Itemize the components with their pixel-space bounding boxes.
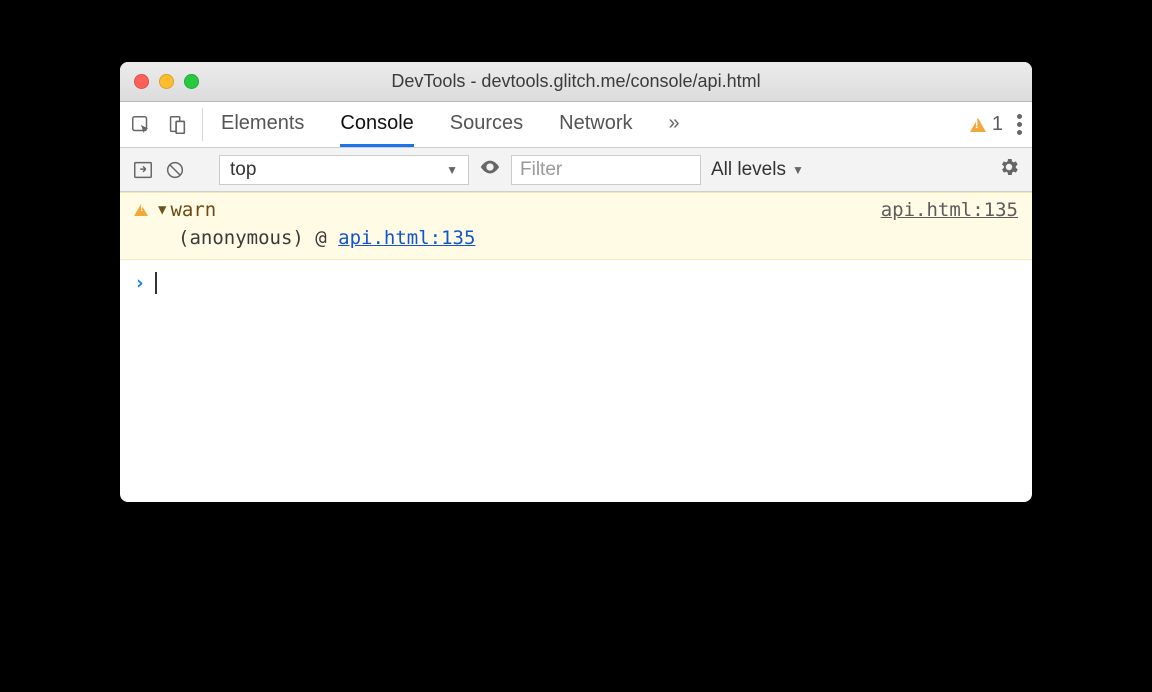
text-cursor [155,272,157,294]
left-tools [130,102,188,147]
warnings-badge[interactable]: 1 [970,113,1003,136]
source-link[interactable]: api.html:135 [881,199,1018,221]
warning-icon [970,118,986,132]
console-prompt[interactable]: › [120,260,1032,306]
window-titlebar: DevTools - devtools.glitch.me/console/ap… [120,62,1032,102]
prompt-chevron-icon: › [134,272,145,294]
minimize-window-button[interactable] [159,74,174,89]
console-settings-icon[interactable] [998,156,1020,184]
disclosure-triangle-icon[interactable]: ▼ [158,202,166,218]
right-tools: 1 [970,102,1022,147]
context-value: top [230,159,256,181]
main-tabs-row: Elements Console Sources Network » 1 [120,102,1032,148]
divider [202,108,203,141]
clear-console-icon[interactable] [164,159,186,181]
chevron-down-icon: ▼ [792,163,804,177]
console-warning-entry[interactable]: ▼ warn api.html:135 (anonymous) @ api.ht… [120,192,1032,260]
warning-icon [134,204,148,216]
warnings-count: 1 [992,113,1003,136]
chevron-down-icon: ▼ [446,163,458,177]
log-level-select[interactable]: All levels ▼ [711,159,804,181]
console-output: ▼ warn api.html:135 (anonymous) @ api.ht… [120,192,1032,502]
traffic-lights [134,74,199,89]
live-expression-icon[interactable] [479,156,501,184]
stack-trace-line: (anonymous) @ api.html:135 [134,221,1018,249]
filter-input[interactable] [511,155,701,185]
panel-tabs: Elements Console Sources Network » [221,102,970,147]
log-summary-line: ▼ warn api.html:135 [134,199,1018,221]
tab-sources[interactable]: Sources [450,102,523,147]
tab-overflow-button[interactable]: » [669,102,680,147]
device-toolbar-icon[interactable] [166,114,188,136]
tab-network[interactable]: Network [559,102,632,147]
stack-frame-link[interactable]: api.html:135 [338,227,475,249]
tab-elements[interactable]: Elements [221,102,304,147]
log-message: warn [170,199,216,221]
settings-menu-button[interactable] [1017,114,1022,135]
show-console-sidebar-icon[interactable] [132,159,154,181]
tab-console[interactable]: Console [340,102,413,147]
stack-frame-label: (anonymous) @ [178,227,338,249]
console-toolbar: top ▼ All levels ▼ [120,148,1032,192]
window-title: DevTools - devtools.glitch.me/console/ap… [120,71,1032,92]
devtools-window: DevTools - devtools.glitch.me/console/ap… [120,62,1032,502]
execution-context-select[interactable]: top ▼ [219,155,469,185]
chevron-right-double-icon: » [669,112,680,135]
maximize-window-button[interactable] [184,74,199,89]
log-level-label: All levels [711,159,786,181]
inspect-element-icon[interactable] [130,114,152,136]
close-window-button[interactable] [134,74,149,89]
